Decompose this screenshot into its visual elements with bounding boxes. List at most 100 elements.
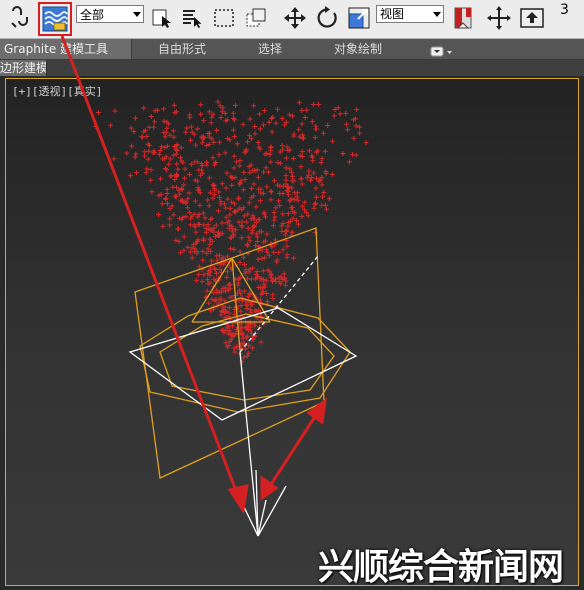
particle-marker [271, 249, 277, 255]
particle-marker [235, 282, 241, 288]
particle-marker [242, 177, 248, 183]
particle-marker [277, 183, 283, 189]
3dsmax-window: 全部 视图 3 Graphite 建模工具 自由形式 选择 对象绘制 边形建模 … [0, 0, 584, 590]
particle-marker [144, 133, 150, 139]
particle-marker [257, 198, 263, 204]
particle-marker [275, 182, 281, 188]
particle-marker [206, 203, 212, 209]
particle-marker [224, 269, 230, 275]
particle-marker [299, 213, 305, 219]
particle-marker [175, 166, 181, 172]
particle-marker [157, 151, 163, 157]
particle-marker [206, 109, 212, 115]
particle-marker [209, 258, 215, 264]
particle-marker [261, 277, 267, 283]
particle-marker [270, 114, 276, 120]
particle-marker [246, 291, 252, 297]
particle-marker [299, 181, 305, 187]
annotation-arrows [60, 35, 327, 515]
particle-marker [203, 142, 209, 148]
particle-marker [345, 127, 351, 133]
particle-marker [176, 191, 182, 197]
particle-marker [354, 106, 360, 112]
particle-marker [144, 166, 150, 172]
particle-marker [214, 127, 220, 133]
particle-marker [148, 114, 154, 120]
particle-marker [192, 159, 198, 165]
particle-marker [244, 353, 250, 359]
particle-marker [283, 165, 289, 171]
particle-marker [322, 148, 328, 154]
particle-marker [188, 216, 194, 222]
particle-marker [192, 177, 198, 183]
particle-marker [255, 256, 261, 262]
particle-marker [276, 250, 282, 256]
particle-marker [195, 214, 201, 220]
particle-marker [148, 167, 154, 173]
particle-marker [228, 246, 234, 252]
particle-marker [161, 106, 167, 112]
particle-marker [299, 107, 305, 113]
particle-marker [290, 173, 296, 179]
particle-marker [211, 182, 217, 188]
gizmo-ring-outer [139, 297, 351, 413]
particle-marker [165, 201, 170, 207]
particle-marker [281, 271, 287, 277]
particle-marker [313, 194, 319, 200]
particle-marker [299, 153, 305, 159]
particle-marker [182, 166, 188, 172]
particle-marker [171, 212, 177, 218]
particle-marker [194, 126, 200, 132]
particle-marker [237, 259, 243, 265]
particle-marker [111, 156, 117, 162]
particle-marker [146, 148, 152, 154]
particle-marker [343, 110, 349, 116]
particle-marker [310, 158, 316, 164]
particle-marker [271, 223, 277, 229]
particle-marker [132, 154, 138, 160]
particle-marker [218, 114, 224, 120]
particle-marker [159, 144, 165, 150]
particle-marker [259, 256, 265, 262]
particle-marker [275, 160, 281, 166]
particle-marker [174, 147, 180, 153]
particle-marker [186, 172, 192, 178]
particle-marker [318, 160, 324, 166]
particle-marker [235, 196, 241, 202]
particle-marker [346, 159, 352, 165]
particle-marker [214, 270, 220, 276]
particle-marker [263, 165, 269, 171]
particle-marker [227, 205, 233, 211]
particle-marker [310, 101, 316, 107]
particle-marker [312, 135, 318, 141]
particle-marker [197, 202, 203, 208]
particle-marker [146, 124, 152, 130]
particle-marker [269, 129, 275, 135]
particle-marker [193, 142, 199, 148]
particle-marker [289, 113, 295, 119]
particle-marker [196, 271, 202, 277]
particle-marker [223, 205, 229, 211]
particle-marker [173, 194, 179, 200]
particle-marker [313, 185, 319, 191]
particle-marker [309, 119, 315, 125]
particle-marker [151, 119, 157, 125]
particle-marker [241, 254, 247, 260]
particle-marker [128, 125, 134, 131]
particle-marker [316, 101, 322, 107]
particle-marker [290, 155, 296, 161]
particle-marker [264, 184, 270, 190]
particle-marker [198, 102, 204, 108]
particle-marker [223, 185, 229, 191]
particle-marker [208, 120, 214, 126]
particle-marker [322, 202, 328, 208]
particle-marker [173, 237, 179, 243]
particle-marker [127, 173, 133, 179]
particle-marker [183, 129, 189, 135]
particle-marker [213, 222, 219, 228]
particle-marker [264, 231, 270, 237]
particle-marker [204, 159, 210, 165]
particle-marker [279, 228, 285, 234]
particle-marker [323, 206, 329, 212]
particle-marker [247, 116, 253, 122]
